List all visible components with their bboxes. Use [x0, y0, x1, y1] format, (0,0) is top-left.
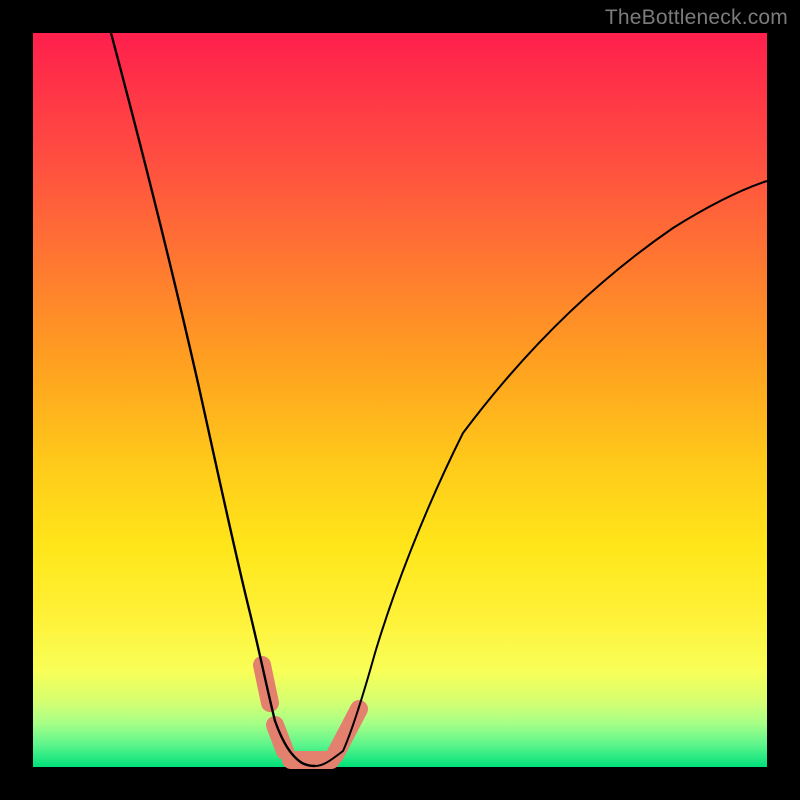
watermark-text: TheBottleneck.com: [605, 6, 788, 30]
stage: TheBottleneck.com: [0, 0, 800, 800]
curve-left-branch: [111, 33, 315, 766]
chart-svg: [33, 33, 767, 767]
curve-right-branch: [315, 181, 767, 766]
